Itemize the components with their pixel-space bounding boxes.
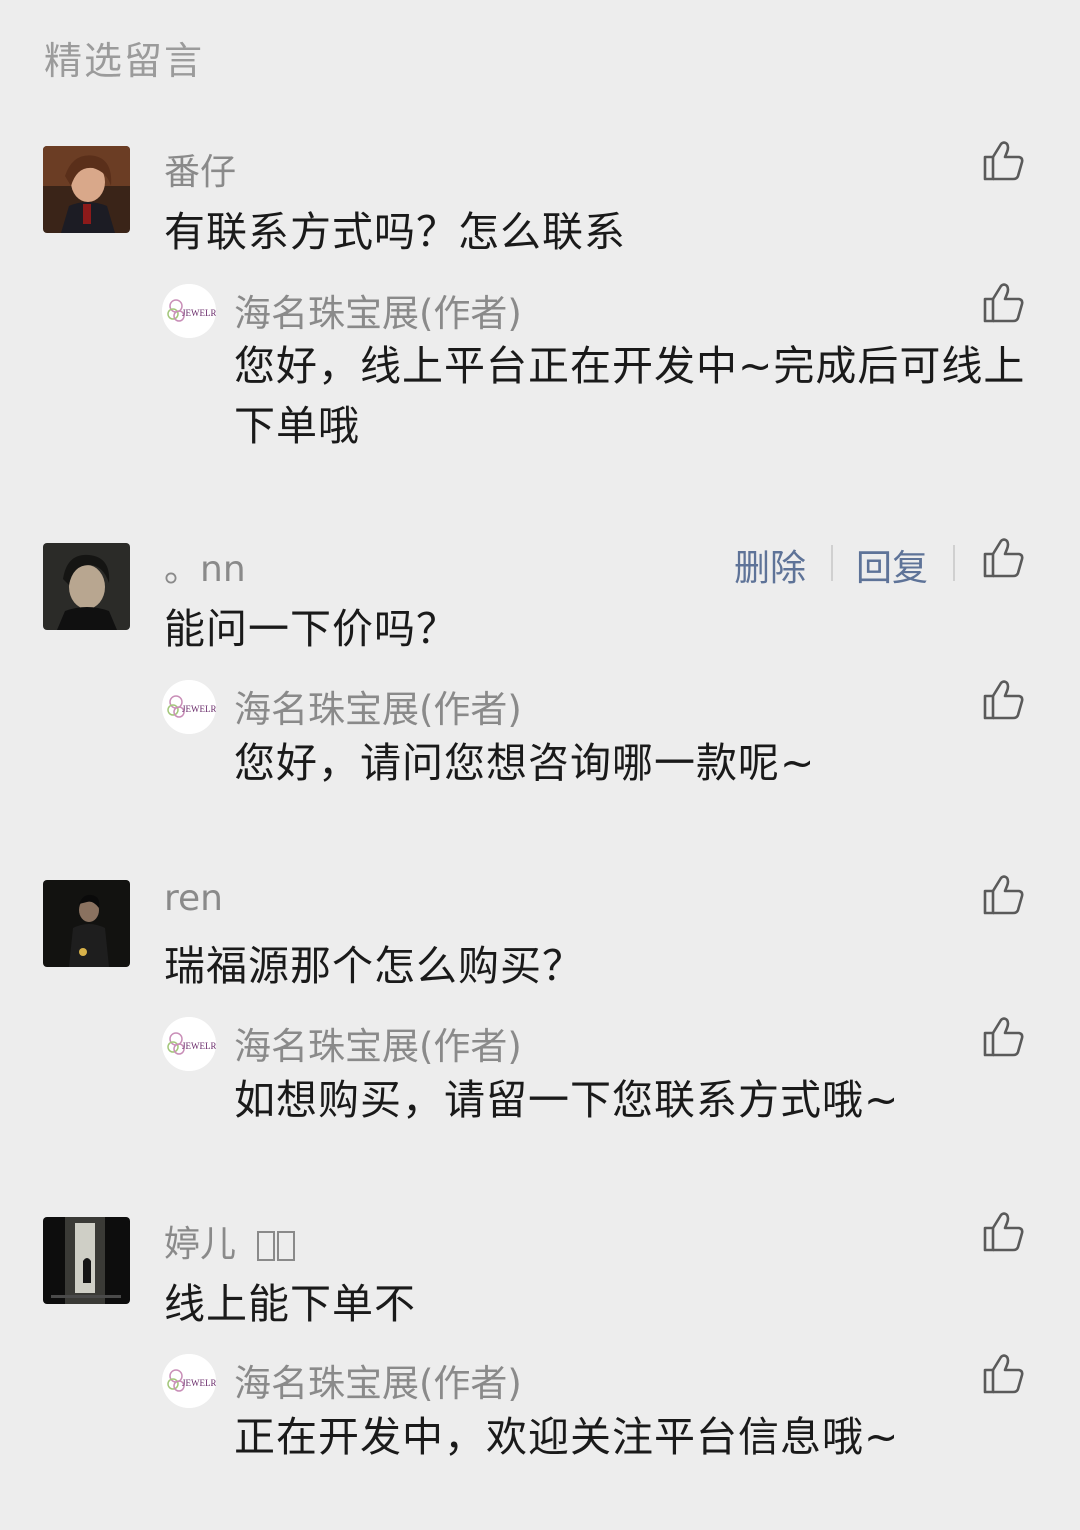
reply-author: 海名珠宝展(作者) xyxy=(234,1025,522,1068)
reply-content: 如想购买，请留一下您联系方式哦~ xyxy=(234,1076,900,1124)
like-button[interactable] xyxy=(982,1016,1026,1058)
thumbs-up-icon xyxy=(983,538,1024,578)
reply-content: 您好，线上平台正在开发中~完成后可线上下单哦 xyxy=(234,342,1026,450)
thumbs-up-icon xyxy=(983,1017,1024,1057)
reply-content: 您好，请问您想咨询哪一款呢~ xyxy=(234,739,816,787)
thumbs-up-icon xyxy=(983,680,1024,720)
thumbs-up-icon xyxy=(983,1354,1024,1394)
jewelry-logo-text: JEWELRY xyxy=(182,1378,216,1388)
reply-author: 海名珠宝展(作者) xyxy=(234,1362,522,1405)
thumbs-up-icon xyxy=(983,141,1024,181)
like-button[interactable] xyxy=(982,282,1026,324)
like-button[interactable] xyxy=(982,140,1026,182)
like-button[interactable] xyxy=(982,1211,1026,1253)
avatar[interactable] xyxy=(43,146,130,233)
thumbs-up-icon xyxy=(983,283,1024,323)
comment-content: 瑞福源那个怎么购买？ xyxy=(164,942,584,990)
reply-author: 海名珠宝展(作者) xyxy=(234,292,522,335)
nickname: 番仔 xyxy=(164,152,237,193)
author-avatar[interactable]: JEWELRY xyxy=(162,284,216,338)
nickname: 。nn xyxy=(164,549,246,590)
comment-content: 有联系方式吗？怎么联系 xyxy=(164,208,626,256)
delete-button[interactable]: 删除 xyxy=(734,539,806,591)
nickname: 婷儿 xyxy=(164,1215,297,1267)
section-title: 精选留言 xyxy=(44,39,205,83)
author-avatar[interactable]: JEWELRY xyxy=(162,1017,216,1071)
jewelry-logo-text: JEWELRY xyxy=(182,308,216,318)
emoji-placeholder-icon xyxy=(257,1231,297,1261)
author-avatar[interactable]: JEWELRY xyxy=(162,1354,216,1408)
nickname: ren xyxy=(164,878,223,919)
like-button[interactable] xyxy=(982,679,1026,721)
like-button[interactable] xyxy=(982,874,1026,916)
reply-button[interactable]: 回复 xyxy=(856,539,928,591)
thumbs-up-icon xyxy=(983,875,1024,915)
like-button[interactable] xyxy=(982,537,1026,579)
thumbs-up-icon xyxy=(983,1212,1024,1252)
avatar[interactable] xyxy=(43,543,130,630)
comment-content: 线上能下单不 xyxy=(164,1280,416,1328)
comment-content: 能问一下价吗？ xyxy=(164,605,458,653)
like-button[interactable] xyxy=(982,1353,1026,1395)
jewelry-logo-text: JEWELRY xyxy=(182,1041,216,1051)
nickname-text: 婷儿 xyxy=(164,1224,237,1265)
author-avatar[interactable]: JEWELRY xyxy=(162,680,216,734)
reply-author: 海名珠宝展(作者) xyxy=(234,688,522,731)
jewelry-logo-text: JEWELRY xyxy=(182,704,216,714)
reply-content: 正在开发中，欢迎关注平台信息哦~ xyxy=(234,1413,900,1461)
avatar[interactable] xyxy=(43,880,130,967)
avatar[interactable] xyxy=(43,1217,130,1304)
action-divider xyxy=(831,545,833,581)
action-divider xyxy=(953,545,955,581)
